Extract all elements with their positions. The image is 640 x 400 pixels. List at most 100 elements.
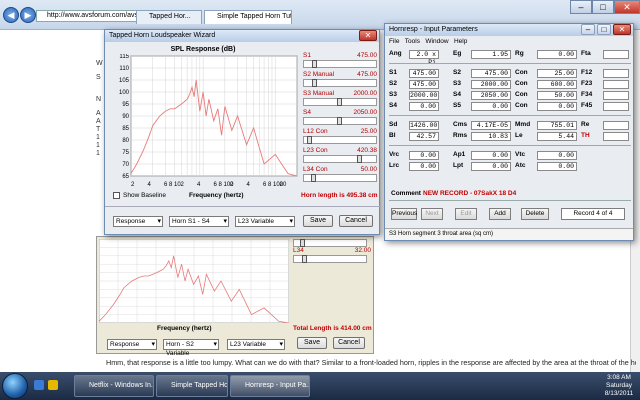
param-field[interactable]: 2000.00 xyxy=(471,80,511,89)
slider-thumb[interactable] xyxy=(337,117,342,125)
save-button[interactable]: Save xyxy=(303,215,333,227)
param-field[interactable]: 0.00 xyxy=(471,162,511,171)
wizard-close-icon[interactable]: ✕ xyxy=(359,30,377,41)
param-field[interactable]: 4.17E-05 xyxy=(471,121,511,130)
slider-track[interactable] xyxy=(303,79,377,87)
param-field[interactable]: 2000.00 xyxy=(409,91,439,100)
wizard2-cancel-button[interactable]: Cancel xyxy=(333,337,365,349)
slider-thumb[interactable] xyxy=(302,255,307,263)
param-field[interactable]: 475.00 xyxy=(471,69,511,78)
strip-text: T xyxy=(96,126,101,133)
back-icon[interactable]: ◀ xyxy=(3,7,19,23)
add-button[interactable]: Add xyxy=(489,208,511,220)
maximize-icon[interactable]: □ xyxy=(592,0,614,14)
start-button[interactable] xyxy=(2,373,28,399)
param-field[interactable] xyxy=(603,91,629,100)
menu-window[interactable]: Window xyxy=(425,38,448,45)
param-field[interactable]: 0.00 xyxy=(409,102,439,111)
param-label: Eg xyxy=(453,50,462,57)
minimize-icon[interactable]: – xyxy=(570,0,592,14)
param-field[interactable]: 2.0 x Pi xyxy=(409,50,439,66)
show-baseline-checkbox[interactable] xyxy=(113,192,120,199)
delete-button[interactable]: Delete xyxy=(521,208,549,220)
slider-thumb[interactable] xyxy=(357,155,362,163)
explorer-quicklaunch-icon[interactable] xyxy=(48,380,58,390)
close-icon[interactable]: ✕ xyxy=(614,0,640,14)
maximize-icon[interactable]: □ xyxy=(597,24,611,35)
param-label: S4 xyxy=(453,91,461,98)
slider-thumb[interactable] xyxy=(312,60,317,68)
slider-track[interactable] xyxy=(293,239,367,247)
wizard2-select-l23[interactable]: L23 Variable xyxy=(227,339,285,350)
param-field[interactable]: 755.01 xyxy=(537,121,577,130)
select-l23[interactable]: L23 Variable xyxy=(235,216,295,227)
param-field[interactable]: 475.00 xyxy=(409,80,439,89)
wizard2-save-button[interactable]: Save xyxy=(297,337,327,349)
param-field[interactable] xyxy=(603,80,629,89)
taskbar-item-netflix[interactable]: Netflix - Windows In... xyxy=(74,375,154,397)
taskbar-item-tapped-horn[interactable]: Simple Tapped Hor... xyxy=(156,375,228,397)
system-clock[interactable]: 3:08 AM Saturday 8/13/2011 xyxy=(600,374,638,398)
param-field[interactable]: 0.00 xyxy=(537,151,577,160)
forward-icon[interactable]: ▶ xyxy=(20,7,36,23)
param-label: S2 xyxy=(389,80,397,87)
param-field[interactable]: 0.00 xyxy=(537,50,577,59)
param-field[interactable]: 1426.00 xyxy=(409,121,439,130)
slider-track[interactable] xyxy=(293,255,367,263)
slider-thumb[interactable] xyxy=(311,174,316,182)
param-field[interactable]: 0.00 xyxy=(471,102,511,111)
param-field[interactable] xyxy=(603,121,629,130)
param-label: Rms xyxy=(453,132,468,139)
hornresp-title-bar: Hornresp - Input Parameters – □ ✕ xyxy=(385,24,633,36)
slider-track[interactable] xyxy=(303,155,377,163)
ie-quicklaunch-icon[interactable] xyxy=(34,380,44,390)
param-label: S3 xyxy=(453,80,461,87)
slider-track[interactable] xyxy=(303,98,377,106)
param-field[interactable] xyxy=(603,102,629,111)
slider-track[interactable] xyxy=(303,174,377,182)
cancel-button[interactable]: Cancel xyxy=(339,215,373,227)
menu-tools[interactable]: Tools xyxy=(405,38,420,45)
wizard2-slider[interactable] xyxy=(293,239,371,247)
taskbar-item-hornresp[interactable]: Hornresp - Input Pa... xyxy=(230,375,310,397)
wizard2-select-horn[interactable]: Horn - S2 Variable xyxy=(163,339,219,357)
param-field[interactable]: 0.00 xyxy=(537,162,577,171)
minimize-icon[interactable]: – xyxy=(581,24,595,35)
slider-track[interactable] xyxy=(303,117,377,125)
tab-simple-tapped-horn[interactable]: Simple Tapped Horn Tutori... xyxy=(204,10,292,24)
param-field[interactable]: 5.44 xyxy=(537,132,577,141)
next-button[interactable]: Next xyxy=(421,208,443,220)
menu-file[interactable]: File xyxy=(389,38,399,45)
wizard2-select-response[interactable]: Response xyxy=(107,339,157,350)
param-field[interactable] xyxy=(603,50,629,59)
param-field[interactable]: 1.95 xyxy=(471,50,511,59)
slider-track[interactable] xyxy=(303,136,377,144)
clock-day: Saturday xyxy=(605,382,633,389)
param-field[interactable]: 42.57 xyxy=(409,132,439,141)
param-field[interactable]: 0.00 xyxy=(471,151,511,160)
param-field[interactable]: 2050.00 xyxy=(471,91,511,100)
slider-thumb[interactable] xyxy=(307,136,312,144)
param-field[interactable]: 25.00 xyxy=(537,69,577,78)
param-field[interactable]: 0.00 xyxy=(537,102,577,111)
param-field[interactable]: 0.00 xyxy=(409,162,439,171)
param-field[interactable]: 10.83 xyxy=(471,132,511,141)
divider xyxy=(389,145,631,146)
slider-thumb[interactable] xyxy=(300,239,305,247)
hornresp-close-icon[interactable]: ✕ xyxy=(613,24,631,35)
param-field[interactable] xyxy=(603,69,629,78)
slider-track[interactable] xyxy=(303,60,377,68)
param-field[interactable]: 475.00 xyxy=(409,69,439,78)
slider-thumb[interactable] xyxy=(312,79,317,87)
slider-thumb[interactable] xyxy=(337,98,342,106)
param-field[interactable] xyxy=(603,132,629,141)
select-response[interactable]: Response xyxy=(113,216,163,227)
previous-button[interactable]: Previous xyxy=(391,208,417,220)
param-field[interactable]: 0.00 xyxy=(409,151,439,160)
menu-help[interactable]: Help xyxy=(454,38,467,45)
param-field[interactable]: 50.00 xyxy=(537,91,577,100)
param-field[interactable]: 600.00 xyxy=(537,80,577,89)
tab-tapped-horn[interactable]: Tapped Hor... xyxy=(136,10,202,24)
select-horn[interactable]: Horn S1 - S4 xyxy=(169,216,229,227)
edit-button[interactable]: Edit xyxy=(455,208,477,220)
